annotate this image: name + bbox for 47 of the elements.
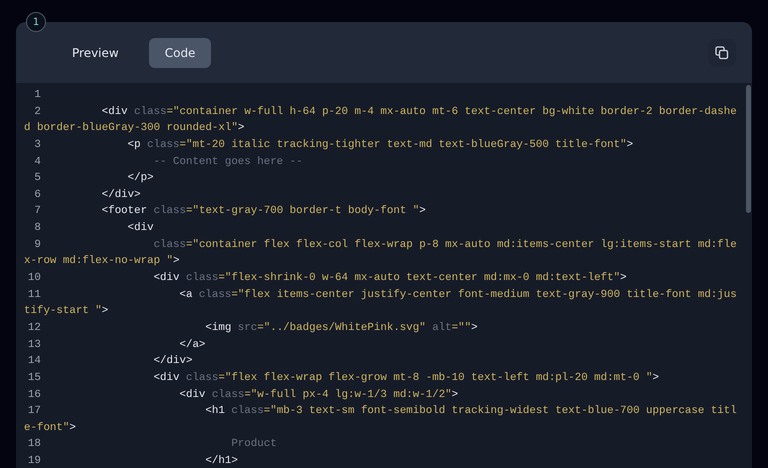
code-line: <div class="w-full px-4 lg:w-1/3 md:w-1/2"> [178, 388, 458, 401]
line-number: 13 [26, 338, 42, 353]
code-line: <div class="flex flex-wrap flex-grow mt-8 -mb-10 text-left md:pl-20 md:mt-0 "> [152, 372, 659, 384]
code-line: x-row md:flex-no-wrap "> [24, 255, 180, 268]
code-line: </h1> [204, 455, 238, 468]
code-line: </div> [152, 355, 192, 368]
line-number: 8 [33, 221, 42, 236]
code-line: </p> [126, 172, 154, 184]
line-number: 4 [33, 154, 42, 170]
line-number: 17 [26, 404, 42, 420]
code-line: <img src="../badges/WhitePink.svg" alt=""> [204, 322, 478, 334]
code-line: <a class="flex items-center justify-center font-medium text-gray-900 title-font md:jus [178, 288, 737, 301]
line-number: 18 [26, 437, 42, 452]
view-tab[interactable]: Preview [56, 38, 135, 68]
view-tab[interactable]: Code [148, 38, 212, 68]
code-line: </div> [100, 188, 141, 201]
copy-button[interactable] [708, 38, 736, 66]
code-line: -- Content goes here -- [152, 156, 303, 168]
code-line: class="container flex flex-col flex-wrap p-8 mx-auto md:items-center lg:items-start md:fle [152, 238, 737, 251]
line-number: 19 [26, 454, 42, 468]
code-line: <div class="container w-full h-64 p-20 m-4 mx-auto mt-6 text-center bg-white border-2 border-dashe [100, 106, 737, 118]
line-number: 5 [33, 171, 42, 186]
line-number: 11 [26, 288, 42, 303]
code-line: tify-start "> [24, 305, 108, 318]
line-number: 7 [33, 204, 42, 220]
code-line: <div [126, 222, 154, 234]
code-line: <h1 class="mb-3 text-sm font-semibold tracking-widest text-blue-700 uppercase titl [204, 405, 737, 418]
code-line: e-font"> [24, 422, 76, 434]
line-number: 6 [33, 188, 42, 203]
line-number: 14 [26, 354, 42, 370]
code-line: d border-blueGray-300 rounded-xl"> [24, 122, 244, 134]
line-number: 2 [33, 104, 42, 120]
line-number: 1 [33, 88, 42, 103]
step-badge: 1 [26, 12, 46, 32]
code-line: </a> [178, 338, 206, 351]
line-number: 10 [26, 271, 42, 286]
line-number: 15 [26, 370, 42, 386]
code-line: <div class="flex-shrink-0 w-64 mx-auto text-center md:mx-0 md:text-left"> [152, 272, 627, 284]
code-line: Product [230, 438, 277, 450]
code-line: <footer class="text-gray-700 border-t body-font "> [100, 205, 426, 218]
line-number: 12 [26, 320, 42, 336]
line-number: 16 [26, 388, 42, 403]
line-number: 9 [33, 238, 42, 253]
code-line: <p class="mt-20 italic tracking-tighter text-md text-blueGray-500 title-font"> [126, 138, 634, 151]
scrollbar-thumb[interactable] [746, 85, 751, 213]
copy-icon [715, 46, 729, 60]
line-number: 3 [33, 138, 42, 153]
